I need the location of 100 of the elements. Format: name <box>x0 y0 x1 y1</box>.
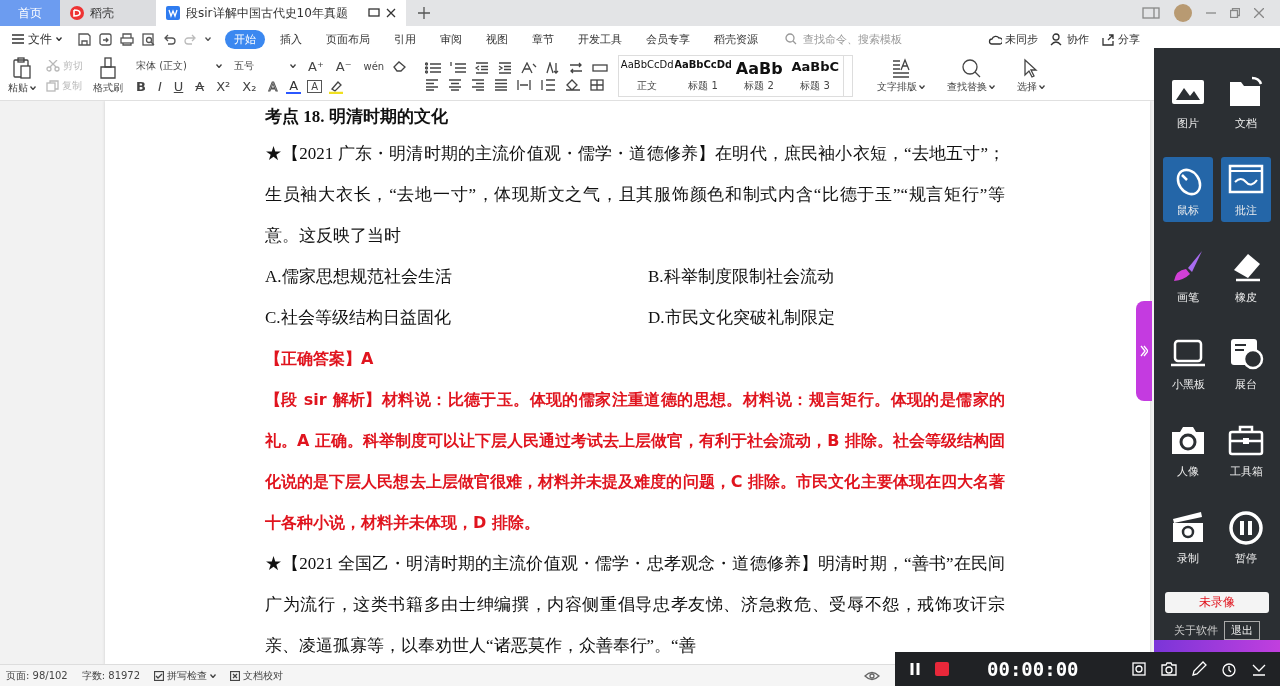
numbered-list-icon[interactable] <box>450 61 467 74</box>
pen-icon[interactable] <box>1190 661 1207 677</box>
format-tool[interactable]: X² <box>213 79 234 94</box>
tab[interactable]: 段sir详解中国古代史10年真题 <box>156 0 406 26</box>
ribbon-tab[interactable]: 开始 <box>225 29 265 49</box>
style-preset[interactable]: AaBbCcDd 正文 <box>619 56 676 96</box>
distribute-icon[interactable] <box>517 78 532 91</box>
shading-icon[interactable] <box>565 78 582 91</box>
style-preset[interactable]: AaBb 标题 2 <box>731 56 788 96</box>
caret-icon[interactable] <box>210 673 217 678</box>
close-icon[interactable] <box>386 8 396 18</box>
window-icon[interactable] <box>368 7 380 19</box>
tool-button[interactable]: 文字排版 <box>877 58 926 94</box>
tool-button[interactable]: 查找替换 <box>947 58 996 94</box>
ribbon-tab[interactable]: 审阅 <box>431 29 471 49</box>
format-tool[interactable]: A <box>192 79 208 94</box>
justify-icon[interactable] <box>494 78 509 91</box>
outdent-icon[interactable] <box>475 61 490 74</box>
collapse-handle[interactable] <box>1136 301 1152 401</box>
panel-tool[interactable]: 橡皮 <box>1221 244 1271 309</box>
camera-icon[interactable] <box>1160 661 1177 677</box>
ribbon-tab[interactable]: 开发工具 <box>569 29 631 49</box>
font-tool[interactable]: wén <box>360 60 388 72</box>
ribbon-tab[interactable]: 章节 <box>523 29 563 49</box>
screenshot-icon[interactable] <box>1130 661 1147 677</box>
ribbon-tab[interactable]: 引用 <box>385 29 425 49</box>
ribbon-tab[interactable]: 会员专享 <box>637 29 699 49</box>
ribbon-tab[interactable]: 页面布局 <box>317 29 379 49</box>
panel-tool[interactable]: 批注 <box>1221 157 1271 222</box>
panel-tool[interactable]: 图片 <box>1163 70 1213 135</box>
font-size-dropdown[interactable]: 五号 <box>231 58 299 74</box>
caret-icon[interactable] <box>290 64 296 68</box>
panel-tool[interactable]: 暂停 <box>1221 505 1271 570</box>
ribbon-tab[interactable]: 视图 <box>477 29 517 49</box>
format-tool[interactable]: I <box>154 79 165 94</box>
proofread-button[interactable]: 文档校对 <box>230 668 284 683</box>
print-icon[interactable] <box>120 32 134 46</box>
tab[interactable]: 稻壳 <box>60 0 156 26</box>
save-icon[interactable] <box>78 32 91 46</box>
panel-tool[interactable]: 鼠标 <box>1163 157 1213 222</box>
paste-button[interactable]: 粘贴 <box>8 57 36 95</box>
panel-tool[interactable]: 画笔 <box>1163 244 1213 309</box>
panel-tool[interactable]: 展台 <box>1221 331 1271 396</box>
format-painter-button[interactable]: 格式刷 <box>93 57 123 95</box>
format-tool[interactable]: A <box>265 79 281 94</box>
caret-icon[interactable] <box>1039 85 1046 89</box>
caret-icon[interactable] <box>56 37 62 41</box>
text-direction-icon[interactable] <box>521 61 538 74</box>
panel-tool[interactable]: 录制 <box>1163 505 1213 570</box>
style-preset[interactable]: AaBbC 标题 3 <box>787 56 844 96</box>
align-right-icon[interactable] <box>471 78 486 91</box>
sort-icon[interactable] <box>546 61 561 74</box>
highlighter-icon[interactable] <box>328 79 345 94</box>
table-ruler-icon[interactable] <box>592 61 609 74</box>
borders-icon[interactable] <box>590 78 605 91</box>
font-tool[interactable]: A⁻ <box>332 58 355 74</box>
line-break-icon[interactable] <box>569 61 584 74</box>
copy-icon <box>46 80 59 92</box>
format-tool[interactable]: B <box>133 79 149 94</box>
font-tool[interactable]: A⁺ <box>305 58 327 74</box>
ribbon-tab[interactable]: 稻壳资源 <box>705 29 767 49</box>
pause-icon[interactable] <box>909 662 921 676</box>
format-tool[interactable]: A <box>307 80 323 93</box>
spell-check-button[interactable]: 拼写检查 <box>154 668 217 683</box>
indent-icon[interactable] <box>498 61 513 74</box>
add-tab-icon[interactable] <box>418 7 430 19</box>
align-center-icon[interactable] <box>448 78 463 91</box>
eraser-icon[interactable] <box>393 60 408 72</box>
format-tool[interactable]: X₂ <box>239 79 260 94</box>
export-icon[interactable] <box>99 32 112 46</box>
caret-icon[interactable] <box>989 85 996 89</box>
page-count: 页面: 98/102 <box>6 668 68 683</box>
panel-tool[interactable]: 人像 <box>1163 418 1213 483</box>
line-spacing-icon[interactable] <box>540 78 557 91</box>
panel-tool[interactable]: 小黑板 <box>1163 331 1213 396</box>
align-left-icon[interactable] <box>425 78 440 91</box>
more-icon[interactable] <box>205 37 211 41</box>
bullet-list-icon[interactable] <box>425 61 442 74</box>
toolbar-action[interactable]: 分享 <box>1101 31 1140 47</box>
toolbar-action[interactable]: 未同步 <box>988 31 1038 47</box>
panel-tool[interactable]: 工具箱 <box>1221 418 1271 483</box>
file-menu[interactable]: 文件 <box>12 30 62 48</box>
preview-icon[interactable] <box>142 32 155 46</box>
about-link[interactable]: 关于软件 <box>1174 623 1218 638</box>
caret-icon[interactable] <box>216 64 222 68</box>
toolbar-action[interactable]: 协作 <box>1050 31 1089 47</box>
restore-icon[interactable] <box>1230 8 1240 18</box>
tool-button[interactable]: 选择 <box>1017 58 1046 94</box>
eye-icon[interactable] <box>864 670 880 681</box>
format-tool[interactable]: A <box>286 79 302 94</box>
exit-button[interactable]: 退出 <box>1224 621 1260 640</box>
ribbon-tab[interactable]: 插入 <box>271 29 311 49</box>
format-tool[interactable]: U <box>170 79 187 94</box>
font-dropdown[interactable]: 宋体 (正文) <box>133 58 225 74</box>
panel-tool[interactable]: 文档 <box>1221 70 1271 135</box>
search-field[interactable]: 查找命令、搜索模板 <box>785 31 915 47</box>
caret-icon[interactable] <box>919 85 926 89</box>
timer-icon[interactable] <box>1220 661 1237 677</box>
undo-icon[interactable] <box>163 32 176 46</box>
caret-icon[interactable] <box>30 86 36 90</box>
